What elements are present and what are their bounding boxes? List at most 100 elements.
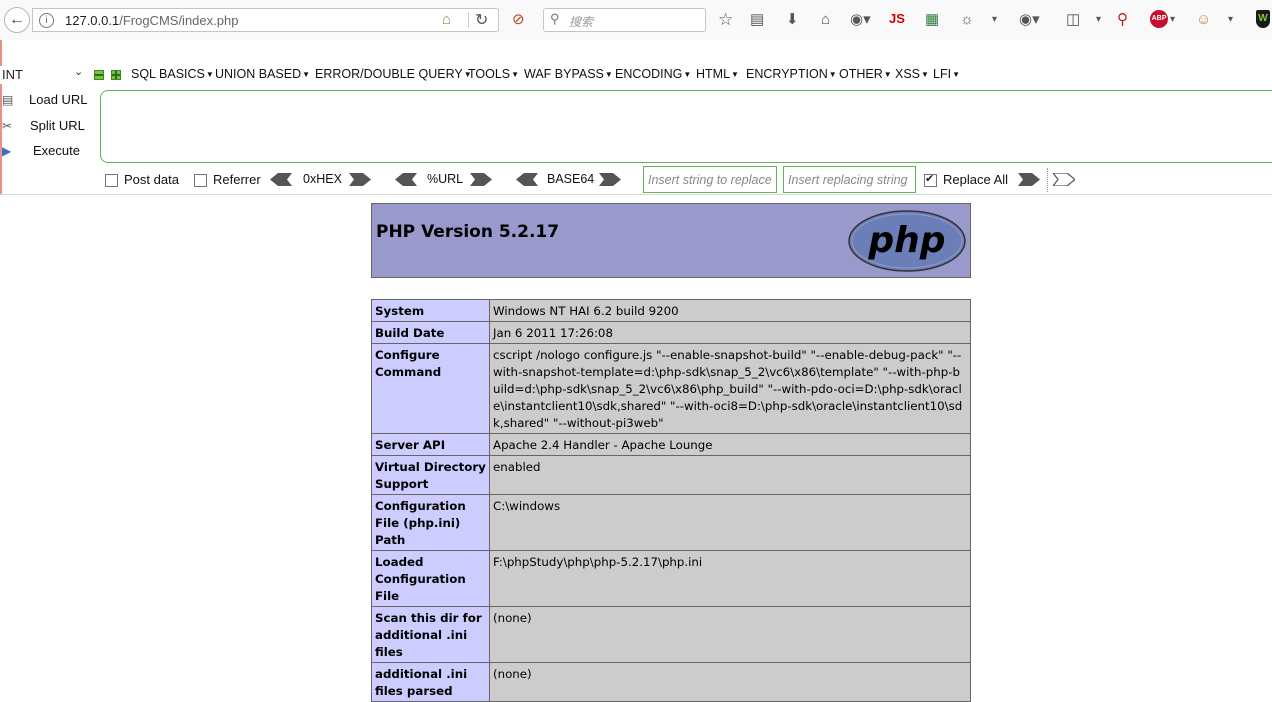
menu-label: LFI bbox=[933, 67, 952, 81]
bookmark-star-icon[interactable]: ☆ bbox=[718, 9, 733, 31]
url-textarea[interactable] bbox=[100, 90, 1272, 163]
post-data-label[interactable]: Post data bbox=[124, 172, 179, 187]
menu-label: UNION BASED bbox=[215, 67, 302, 81]
php-logo[interactable]: php bbox=[848, 210, 966, 272]
referrer-label[interactable]: Referrer bbox=[213, 172, 261, 187]
adblock-icon[interactable]: ABP bbox=[1150, 10, 1168, 28]
menu-label: ERROR/DOUBLE QUERY bbox=[315, 67, 463, 81]
chevron-down-icon[interactable]: ▾ bbox=[992, 9, 997, 31]
execute-button[interactable]: ▶ Execute bbox=[0, 141, 96, 163]
load-url-icon: ▤ bbox=[2, 93, 14, 107]
replace-next-arrow-icon[interactable] bbox=[1053, 173, 1075, 186]
replacing-string-input[interactable]: Insert replacing string bbox=[783, 166, 916, 193]
row-key: System bbox=[371, 299, 490, 322]
menu-label: HTML bbox=[696, 67, 731, 81]
chevron-down-icon[interactable]: ▾ bbox=[1096, 9, 1101, 31]
caret-icon: ▼ bbox=[731, 70, 739, 79]
shield-icon[interactable]: W bbox=[1256, 10, 1270, 28]
url-bar[interactable]: i 127.0.0.1/FrogCMS/index.php ⌂ ↻ bbox=[32, 8, 499, 32]
chevron-down-icon: ⌄ bbox=[74, 66, 84, 78]
referrer-checkbox[interactable] bbox=[194, 174, 207, 187]
blocked-icon[interactable]: ⊘ bbox=[512, 9, 525, 31]
row-value: Apache 2.4 Handler - Apache Lounge bbox=[489, 433, 971, 456]
url-host: 127.0.0.1 bbox=[65, 13, 120, 28]
hex-decode-arrow-icon[interactable] bbox=[270, 173, 292, 186]
increase-button[interactable] bbox=[111, 70, 121, 80]
back-button[interactable]: ← bbox=[4, 7, 30, 33]
url-encode-arrow-icon[interactable] bbox=[470, 173, 492, 186]
caret-icon: ▼ bbox=[828, 70, 837, 79]
split-url-button[interactable]: ✂ Split URL bbox=[0, 116, 96, 138]
menu-encryption[interactable]: ENCRYPTION▼ bbox=[746, 67, 837, 81]
replace-string-input[interactable]: Insert string to replace bbox=[643, 166, 777, 193]
caret-icon: ▼ bbox=[921, 70, 929, 79]
split-url-label: Split URL bbox=[30, 118, 85, 133]
replace-arrow-icon[interactable] bbox=[1018, 173, 1040, 186]
palette-icon[interactable]: ☼ bbox=[960, 9, 974, 31]
image-tool-icon[interactable]: ▦ bbox=[925, 9, 939, 31]
reading-list-icon[interactable]: ▤ bbox=[750, 9, 764, 31]
menu-sql-basics[interactable]: SQL BASICS▼ bbox=[131, 67, 214, 81]
table-row: Virtual Directory Support enabled bbox=[371, 455, 971, 495]
menu-lfi[interactable]: LFI▼ bbox=[933, 67, 960, 81]
row-value: cscript /nologo configure.js "--enable-s… bbox=[489, 343, 971, 434]
decrease-button[interactable] bbox=[94, 70, 104, 80]
load-url-button[interactable]: ▤ Load URL bbox=[0, 90, 96, 112]
chevron-down-icon[interactable]: ▾ bbox=[1228, 9, 1233, 31]
post-data-checkbox[interactable] bbox=[105, 174, 118, 187]
menu-waf-bypass[interactable]: WAF BYPASS▼ bbox=[524, 67, 613, 81]
row-value: Jan 6 2011 17:26:08 bbox=[489, 321, 971, 344]
row-key: Configuration File (php.ini) Path bbox=[371, 494, 490, 551]
table-row: System Windows NT HAI 6.2 build 9200 bbox=[371, 299, 971, 322]
php-version-title: PHP Version 5.2.17 bbox=[376, 222, 560, 242]
menu-tools[interactable]: TOOLS▼ bbox=[468, 67, 519, 81]
home-icon[interactable]: ⌂ bbox=[442, 11, 451, 28]
menu-label: XSS bbox=[895, 67, 921, 81]
page-tool-icon[interactable]: ◫ bbox=[1066, 9, 1080, 31]
menu-xss[interactable]: XSS▼ bbox=[895, 67, 929, 81]
base64-decode-arrow-icon[interactable] bbox=[516, 173, 538, 186]
menu-label: OTHER bbox=[839, 67, 883, 81]
globe-icon[interactable]: ◉▾ bbox=[850, 9, 871, 31]
chevron-down-icon[interactable]: ▾ bbox=[1170, 9, 1175, 31]
menu-union-based[interactable]: UNION BASED▼ bbox=[215, 67, 310, 81]
row-key: Virtual Directory Support bbox=[371, 455, 490, 495]
url-decode-arrow-icon[interactable] bbox=[395, 173, 417, 186]
replace-all-label[interactable]: Replace All bbox=[943, 172, 1008, 187]
menu-label: WAF BYPASS bbox=[524, 67, 604, 81]
page-divider bbox=[0, 194, 1272, 195]
base64-encode-arrow-icon[interactable] bbox=[599, 173, 621, 186]
caret-icon: ▼ bbox=[683, 70, 692, 79]
injection-type-select[interactable]: INT ⌄ bbox=[0, 66, 86, 84]
browser-toolbar: ← i 127.0.0.1/FrogCMS/index.php ⌂ ↻ ⊘ ⚲ … bbox=[0, 0, 1272, 40]
search-input[interactable]: ⚲ 搜索 bbox=[543, 8, 706, 32]
download-icon[interactable]: ⬇ bbox=[786, 9, 799, 31]
row-value: Windows NT HAI 6.2 build 9200 bbox=[489, 299, 971, 322]
hex-encode-arrow-icon[interactable] bbox=[349, 173, 371, 186]
search-icon: ⚲ bbox=[550, 11, 560, 26]
injection-type-value: INT bbox=[2, 67, 23, 82]
execute-label: Execute bbox=[33, 143, 80, 158]
layers-icon[interactable]: ◉▾ bbox=[1019, 9, 1040, 31]
play-icon: ▶ bbox=[2, 144, 12, 158]
face-icon[interactable]: ☺ bbox=[1196, 9, 1211, 31]
row-key: Loaded Configuration File bbox=[371, 550, 490, 607]
search-placeholder: 搜索 bbox=[569, 15, 594, 29]
row-value: (none) bbox=[489, 662, 971, 702]
reload-icon[interactable]: ↻ bbox=[475, 10, 488, 30]
toolbar-separator bbox=[1047, 168, 1048, 192]
menu-html[interactable]: HTML▼ bbox=[696, 67, 739, 81]
javascript-toggle-icon[interactable]: JS bbox=[889, 11, 905, 26]
caret-icon: ▼ bbox=[511, 70, 520, 79]
menu-other[interactable]: OTHER▼ bbox=[839, 67, 892, 81]
replace-all-checkbox[interactable] bbox=[924, 172, 937, 187]
table-row: additional .ini files parsed (none) bbox=[371, 662, 971, 702]
inspect-icon[interactable]: ⚲ bbox=[1117, 9, 1128, 31]
url-text[interactable]: 127.0.0.1/FrogCMS/index.php bbox=[65, 13, 238, 28]
menu-encoding[interactable]: ENCODING▼ bbox=[615, 67, 691, 81]
table-row: Server API Apache 2.4 Handler - Apache Lo… bbox=[371, 433, 971, 456]
home-toolbar-icon[interactable]: ⌂ bbox=[821, 9, 830, 31]
info-icon[interactable]: i bbox=[39, 13, 54, 28]
url-separator bbox=[468, 12, 469, 28]
menu-error-double-query[interactable]: ERROR/DOUBLE QUERY▼ bbox=[315, 67, 472, 81]
